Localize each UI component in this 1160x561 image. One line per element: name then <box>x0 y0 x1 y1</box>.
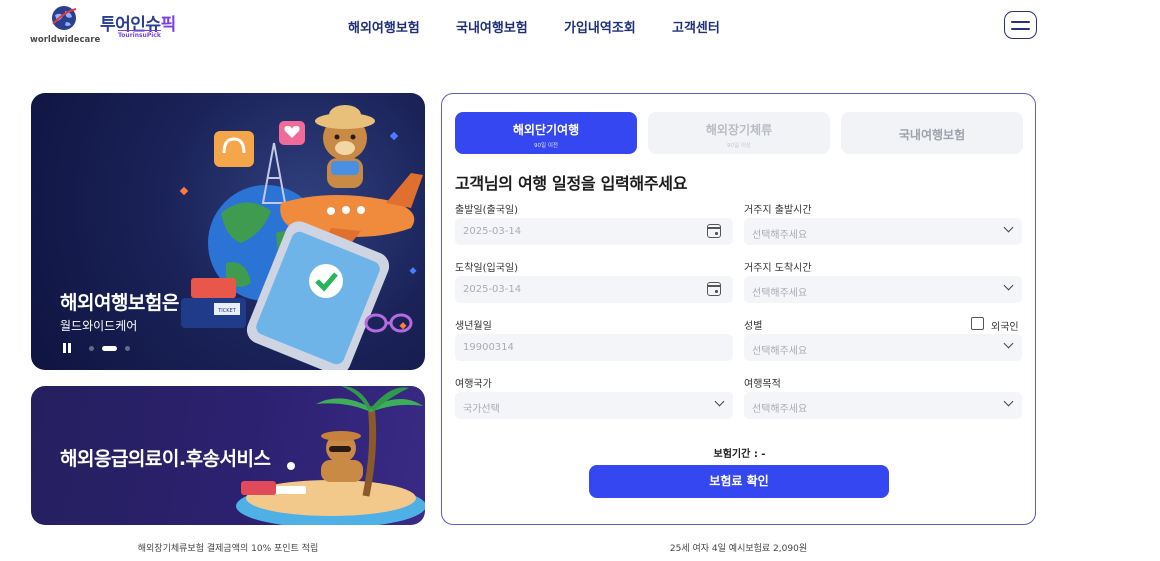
gender-select[interactable]: 선택해주세요 <box>744 334 1022 361</box>
chevron-down-icon <box>1003 222 1014 233</box>
gender-label: 성별 <box>744 321 763 332</box>
chevron-down-icon <box>1003 396 1014 407</box>
tab-sublabel: 90일 이상 <box>727 143 751 149</box>
departure-time-label: 거주지 출발시간 <box>744 205 812 216</box>
example-premium-caption: 25세 여자 4일 예시보험료 2,090원 <box>669 544 808 554</box>
purpose-select[interactable]: 선택해주세요 <box>744 392 1022 419</box>
purpose-label: 여행목적 <box>744 379 781 390</box>
nav-overseas-travel-insurance[interactable]: 해외여행보험 <box>348 17 420 36</box>
carousel-dot-active[interactable] <box>102 346 117 351</box>
arrival-time-label: 거주지 도착시간 <box>744 263 812 274</box>
tab-label: 국내여행보험 <box>898 128 966 142</box>
menu-bar <box>1011 28 1030 30</box>
tab-overseas-short-trip[interactable]: 해외단기여행 90일 이전 <box>455 112 637 154</box>
country-placeholder: 국가선택 <box>463 404 500 415</box>
tab-overseas-long-stay[interactable]: 해외장기체류 90일 이상 <box>648 112 830 154</box>
tab-sublabel: 90일 이전 <box>534 143 558 149</box>
logo-text: worldwidecare <box>30 35 101 45</box>
hamburger-menu-button[interactable] <box>1004 11 1037 39</box>
birthdate-label: 생년월일 <box>455 321 492 332</box>
carousel-dot[interactable] <box>89 346 94 351</box>
nav-domestic-travel-insurance[interactable]: 국내여행보험 <box>456 17 528 36</box>
tourinsupick-logo[interactable]: 투어인슈픽 TourinsuPick <box>100 10 192 40</box>
globe-icon <box>52 6 77 30</box>
arrival-time-select[interactable]: 선택해주세요 <box>744 276 1022 303</box>
country-select[interactable]: 국가선택 <box>455 392 733 419</box>
tab-label: 해외단기여행 <box>512 123 580 137</box>
departure-date-value: 2025-03-14 <box>463 226 522 237</box>
departure-date-field[interactable]: 2025-03-14 <box>455 218 733 245</box>
carousel-pause-button[interactable] <box>62 343 72 353</box>
calendar-icon[interactable] <box>707 224 721 238</box>
check-premium-button[interactable]: 보험료 확인 <box>589 465 889 498</box>
foreigner-label: 외국인 <box>991 322 1019 333</box>
brand-name-accent: 픽 <box>160 15 177 35</box>
site-header: worldwidecare 투어인슈픽 TourinsuPick 해외여행보험 … <box>0 0 1160 50</box>
carousel-dot[interactable] <box>125 346 130 351</box>
country-label: 여행국가 <box>455 379 492 390</box>
main-banner-title: 해외여행보험은 <box>60 292 179 314</box>
main-banner-subtitle: 월드와이드케어 <box>60 319 138 333</box>
departure-time-placeholder: 선택해주세요 <box>752 230 808 241</box>
form-title: 고객님의 여행 일정을 입력해주세요 <box>455 174 688 193</box>
medical-evacuation-banner[interactable]: 해외응급의료이.후송서비스 <box>31 386 425 525</box>
main-banner[interactable]: TICKET 해외여행보험은 월드와이드케어 <box>31 93 425 370</box>
calendar-icon[interactable] <box>707 282 721 296</box>
checkbox-box[interactable] <box>971 317 984 330</box>
departure-time-select[interactable]: 선택해주세요 <box>744 218 1022 245</box>
tab-label: 해외장기체류 <box>705 123 773 137</box>
birthdate-input[interactable]: 19900314 <box>455 334 733 361</box>
purpose-placeholder: 선택해주세요 <box>752 404 808 415</box>
chevron-down-icon <box>1003 338 1014 349</box>
worldwidecare-logo[interactable]: worldwidecare <box>30 4 101 46</box>
nav-subscription-inquiry[interactable]: 가입내역조회 <box>564 17 636 36</box>
ticket-label: TICKET <box>217 308 236 314</box>
long-stay-point-caption: 해외장기체류보험 결제금액의 10% 포인트 적립 <box>137 544 319 554</box>
arrival-date-field[interactable]: 2025-03-14 <box>455 276 733 303</box>
medical-banner-title: 해외응급의료이.후송서비스 <box>60 448 271 470</box>
departure-date-label: 출발일(출국일) <box>455 205 519 216</box>
chevron-down-icon <box>1003 280 1014 291</box>
tab-domestic-travel[interactable]: 국내여행보험 <box>841 112 1023 154</box>
arrival-date-value: 2025-03-14 <box>463 284 522 295</box>
chevron-down-icon <box>714 396 725 407</box>
nav-customer-center[interactable]: 고객센터 <box>672 17 720 36</box>
gender-placeholder: 선택해주세요 <box>752 346 808 357</box>
arrival-date-label: 도착일(입국일) <box>455 263 519 274</box>
menu-bar <box>1011 21 1030 23</box>
arrival-time-placeholder: 선택해주세요 <box>752 288 808 299</box>
birthdate-placeholder: 19900314 <box>463 342 514 353</box>
pause-icon-bar <box>63 343 66 353</box>
brand-name-en: TourinsuPick <box>118 30 161 39</box>
quote-form-panel: 해외단기여행 90일 이전 해외장기체류 90일 이상 국내여행보험 고객님의 … <box>441 93 1036 525</box>
insurance-period: 보험기간 : - <box>713 449 766 460</box>
pause-icon-bar <box>68 343 71 353</box>
